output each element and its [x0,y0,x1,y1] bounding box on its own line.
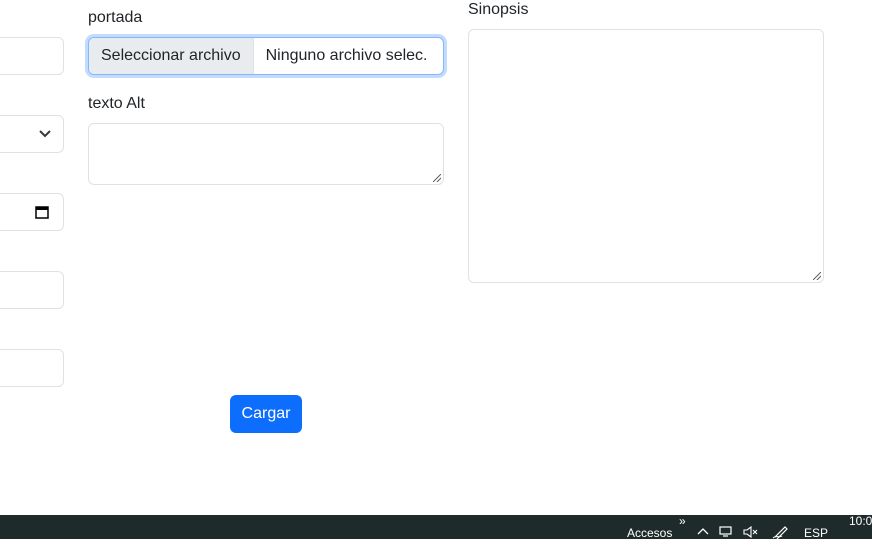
left-select[interactable] [0,115,64,153]
portada-file-input[interactable]: Seleccionar archivo Ninguno archivo sele… [88,37,444,75]
speaker-muted-icon[interactable] [743,526,759,538]
choose-file-button[interactable]: Seleccionar archivo [89,38,254,74]
file-status: Ninguno archivo selec. [265,47,428,64]
left-date-input[interactable] [0,193,64,231]
chevron-down-icon [39,130,51,138]
alt-text-label: texto Alt [88,95,145,112]
resize-grip-icon[interactable] [813,272,821,280]
toolbar-overflow-icon[interactable]: » [679,509,686,533]
accesos-toolbar-label[interactable]: Accesos [627,521,672,545]
language-indicator[interactable]: ESP [804,521,828,545]
resize-grip-icon[interactable] [433,174,441,182]
left-text-input-2[interactable] [0,271,64,309]
clock-time[interactable]: 10:0 [849,509,872,533]
sinopsis-textarea[interactable] [468,29,824,283]
alt-text-textarea[interactable] [88,123,444,185]
taskbar: Accesos » ESP 10:0 [0,514,872,540]
calendar-icon[interactable] [35,205,49,219]
pen-icon[interactable] [772,525,790,539]
left-text-input-3[interactable] [0,349,64,387]
chevron-up-icon[interactable] [697,527,709,535]
left-text-input-1[interactable] [0,37,64,75]
sinopsis-label: Sinopsis [468,1,529,18]
cargar-button[interactable]: Cargar [230,395,302,433]
network-icon[interactable] [719,526,735,538]
portada-label: portada [88,9,143,26]
